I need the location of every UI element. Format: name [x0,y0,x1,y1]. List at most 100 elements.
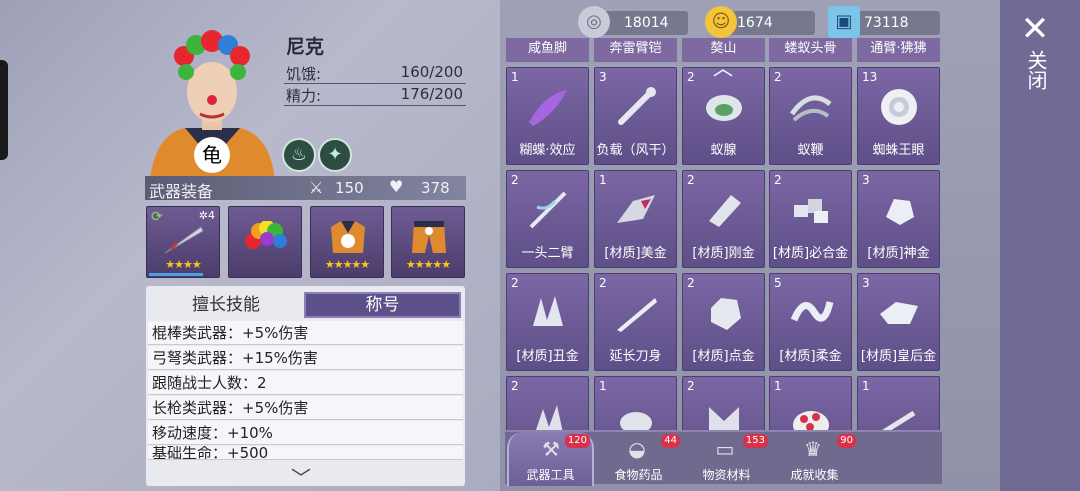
item-cell[interactable]: 2 [材质]必合金 [769,170,852,268]
heart-icon: ♥ [389,177,404,196]
pants-stars: ★★★★★ [405,258,451,271]
count-badge: 44 [661,434,680,448]
sparkle-head-icon[interactable]: ✦ [318,138,352,172]
weapon-stars: ★★★★ [165,258,201,271]
ticket-icon: ▣ [828,6,860,38]
item-cell[interactable]: 13 蜘蛛王眼 [857,67,940,165]
spiky-ore-icon [536,405,563,430]
item-header[interactable]: 奔雷臂铠 [594,38,677,62]
item-label: 蚁鞭 [797,143,824,158]
item-cell[interactable]: 2 [材质]刚金 [682,170,765,268]
close-panel[interactable]: ✕ 关闭 [1000,0,1080,491]
item-label: [材质]刚金 [692,246,755,261]
antenna-icon [789,95,832,122]
item-label: 蚁腺 [710,143,737,158]
item-cell[interactable]: 1 糊蝶·效应 [506,67,589,165]
item-count: 2 [687,379,695,393]
item-cell[interactable]: 1 [857,376,940,430]
tab-label: 武器工具 [526,468,575,482]
purple-feather-icon [529,90,567,126]
item-count: 2 [687,276,695,290]
item-cell[interactable]: 3 负载（风干） [594,67,677,165]
health-value: 378 [421,179,450,197]
tab-materials[interactable]: ▭ 物资材料 153 [683,432,770,486]
tab-label: 物资材料 [702,468,751,482]
item-label: [材质]必合金 [772,246,849,261]
item-label: [材质]丑金 [516,349,579,364]
skill-row: 棍棒类武器：+5%伤害 [148,321,463,345]
currency-gold: ☺ 1674 [705,6,815,38]
two-arm-blade-icon [529,191,567,229]
tab-titles[interactable]: 称号 [304,292,461,318]
gold-value: 1674 [737,15,773,31]
skill-row: 跟随战士人数：2 [148,371,463,395]
equip-slot-wig[interactable] [228,206,302,278]
currency-silver: ◎ 18014 [578,6,688,38]
scroll-up-icon[interactable]: ︿ [703,52,743,80]
item-cell[interactable]: 1 [769,376,852,430]
equip-slot-top[interactable]: ★★★★★ [310,206,384,278]
item-count: 1 [862,379,870,393]
spider-eye-icon [881,89,917,125]
chevron-down-icon[interactable]: ﹀ [291,462,311,486]
item-cell[interactable]: 1 [材质]美金 [594,170,677,268]
skill-panel: 擅长技能 称号 棍棒类武器：+5%伤害 弓弩类武器：+15%伤害 跟随战士人数：… [146,286,465,486]
smiley-coin-icon: ☺ [705,6,737,38]
item-count: 3 [599,70,607,84]
item-cell[interactable]: 2 [材质]点金 [682,273,765,371]
item-count: 2 [599,276,607,290]
equipment-title: 武器装备 [149,182,214,201]
weapon-durability-bar [149,273,203,276]
blade-icon [164,226,204,254]
item-cell[interactable]: 3 [材质]神金 [857,170,940,268]
item-cell[interactable]: 2 [682,376,765,430]
item-cell[interactable]: 2 [506,376,589,430]
item-cell[interactable]: 2 [材质]丑金 [506,273,589,371]
item-label: 延长刀身 [609,349,662,364]
gem-icon [711,298,741,330]
stomach-icon[interactable]: ♨ [282,138,316,172]
energy-value: 176/200 [400,85,463,103]
close-icon[interactable]: ✕ [1020,12,1050,46]
item-cell[interactable]: 5 [材质]柔金 [769,273,852,371]
item-cell[interactable]: 2 延长刀身 [594,273,677,371]
equip-slot-pants[interactable]: ★★★★★ [391,206,465,278]
item-label: [材质]皇后金 [860,349,937,364]
item-cell[interactable]: 1 [594,376,677,430]
close-label[interactable]: 关闭 [1022,50,1048,90]
sword-icon: ⚔ [309,178,324,197]
bread-icon: ◒ [628,437,646,461]
attack-value: 150 [335,179,364,197]
item-count: 2 [774,173,782,187]
polished-stone-icon [880,302,918,324]
item-cell[interactable]: 2 蚁腺 [682,67,765,165]
item-count: 5 [774,276,782,290]
item-count: 1 [774,379,782,393]
item-count: 1 [511,70,519,84]
item-header[interactable]: 蝼蚁头骨 [769,38,852,62]
item-label: 负载（风干） [596,143,675,158]
tab-food-medicine[interactable]: ◒ 食物药品 44 [595,432,682,486]
log-icon: ▭ [715,437,735,461]
tab-achievements[interactable]: ♛ 成就收集 90 [771,432,858,486]
equip-slot-weapon[interactable]: ⟳ ✲4 ★★★★ [146,206,220,278]
metal-ore-icon [617,195,655,223]
item-count: 2 [511,173,519,187]
item-count: 2 [687,70,695,84]
skill-row: 长枪类武器：+5%伤害 [148,396,463,420]
energy-label: 精力: [286,87,322,105]
item-label: 一头二臂 [521,246,574,261]
item-header[interactable]: 咸鱼脚 [506,38,589,62]
skill-row: 基础生命：+500 [148,446,463,460]
count-badge: 120 [564,434,590,448]
crystal-ore-icon [886,199,914,225]
gland-icon [706,95,742,121]
item-cell[interactable]: 2 一头二臂 [506,170,589,268]
item-header[interactable]: 通臂·狒狒 [857,38,940,62]
rock-icon [620,412,652,430]
item-cell[interactable]: 2 蚁鞭 [769,67,852,165]
skill-row: 弓弩类武器：+15%伤害 [148,346,463,370]
tab-skills[interactable]: 擅长技能 [150,292,302,318]
item-cell[interactable]: 3 [材质]皇后金 [857,273,940,371]
tab-weapons-tools[interactable]: ⚒ 武器工具 120 [507,432,594,486]
